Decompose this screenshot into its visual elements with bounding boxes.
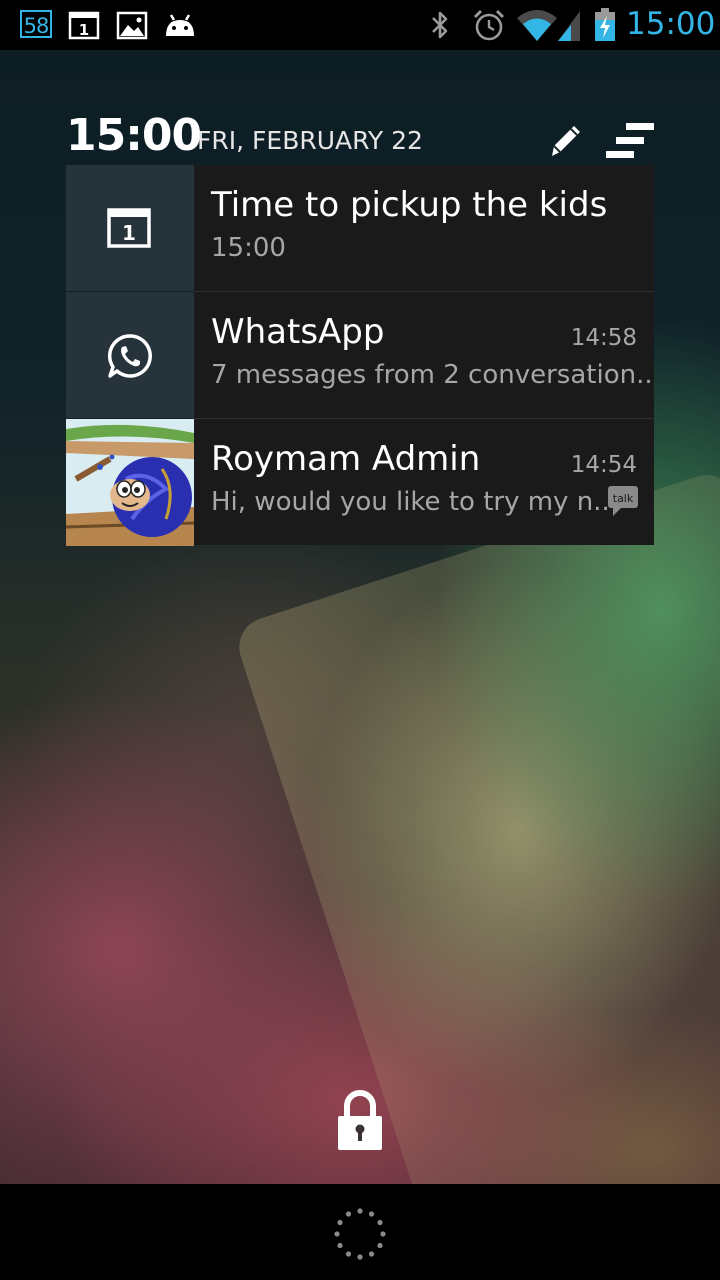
notification-title: Time to pickup the kids bbox=[211, 185, 608, 225]
lock-screen: 58 1 15:00 15:00 FRI, FEBRUARY 22 1 Time… bbox=[0, 0, 720, 1280]
alarm-icon bbox=[473, 9, 505, 41]
notification-title: WhatsApp bbox=[211, 312, 385, 352]
calendar-icon: 1 bbox=[68, 11, 100, 40]
wifi-signal-icon bbox=[517, 10, 580, 41]
notification-time: 14:58 bbox=[570, 325, 637, 351]
notification-count-badge: 58 bbox=[20, 10, 52, 38]
talk-icon: talk bbox=[608, 486, 638, 516]
notification-subtitle: Hi, would you like to try my n.. bbox=[211, 487, 610, 517]
loading-spinner-icon bbox=[334, 1208, 386, 1260]
wallpaper-highlight bbox=[231, 467, 720, 1184]
notification-list: 1 Time to pickup the kids 15:00 WhatsApp… bbox=[66, 165, 654, 546]
talk-badge-label: talk bbox=[613, 492, 634, 505]
calendar-day: 1 bbox=[122, 221, 136, 245]
avatar bbox=[66, 419, 194, 546]
calendar-day: 1 bbox=[79, 21, 89, 39]
notification-icon-cell: 1 bbox=[66, 165, 194, 291]
clock: 15:00 bbox=[66, 110, 202, 161]
notification-item[interactable]: Roymam Admin 14:54 Hi, would you like to… bbox=[66, 419, 654, 546]
whatsapp-icon bbox=[107, 334, 152, 378]
date: FRI, FEBRUARY 22 bbox=[197, 126, 423, 155]
edit-pencil-icon[interactable] bbox=[546, 120, 586, 160]
notification-time: 14:54 bbox=[570, 452, 637, 478]
notification-subtitle: 7 messages from 2 conversation.. bbox=[211, 360, 653, 390]
notification-subtitle: 15:00 bbox=[211, 233, 286, 263]
notification-item[interactable]: WhatsApp 14:58 7 messages from 2 convers… bbox=[66, 292, 654, 418]
android-icon bbox=[166, 14, 194, 36]
notification-icon-cell bbox=[66, 292, 194, 418]
notification-title: Roymam Admin bbox=[211, 439, 481, 479]
notification-item[interactable]: 1 Time to pickup the kids 15:00 bbox=[66, 165, 654, 291]
status-bar-time: 15:00 bbox=[626, 6, 716, 42]
clear-all-icon[interactable] bbox=[604, 120, 656, 160]
status-bar: 58 1 15:00 bbox=[0, 0, 720, 50]
bluetooth-icon bbox=[432, 11, 448, 39]
calendar-icon: 1 bbox=[107, 208, 151, 248]
battery-charging-icon bbox=[595, 8, 615, 41]
image-icon bbox=[116, 11, 148, 40]
lock-icon[interactable] bbox=[336, 1090, 384, 1152]
